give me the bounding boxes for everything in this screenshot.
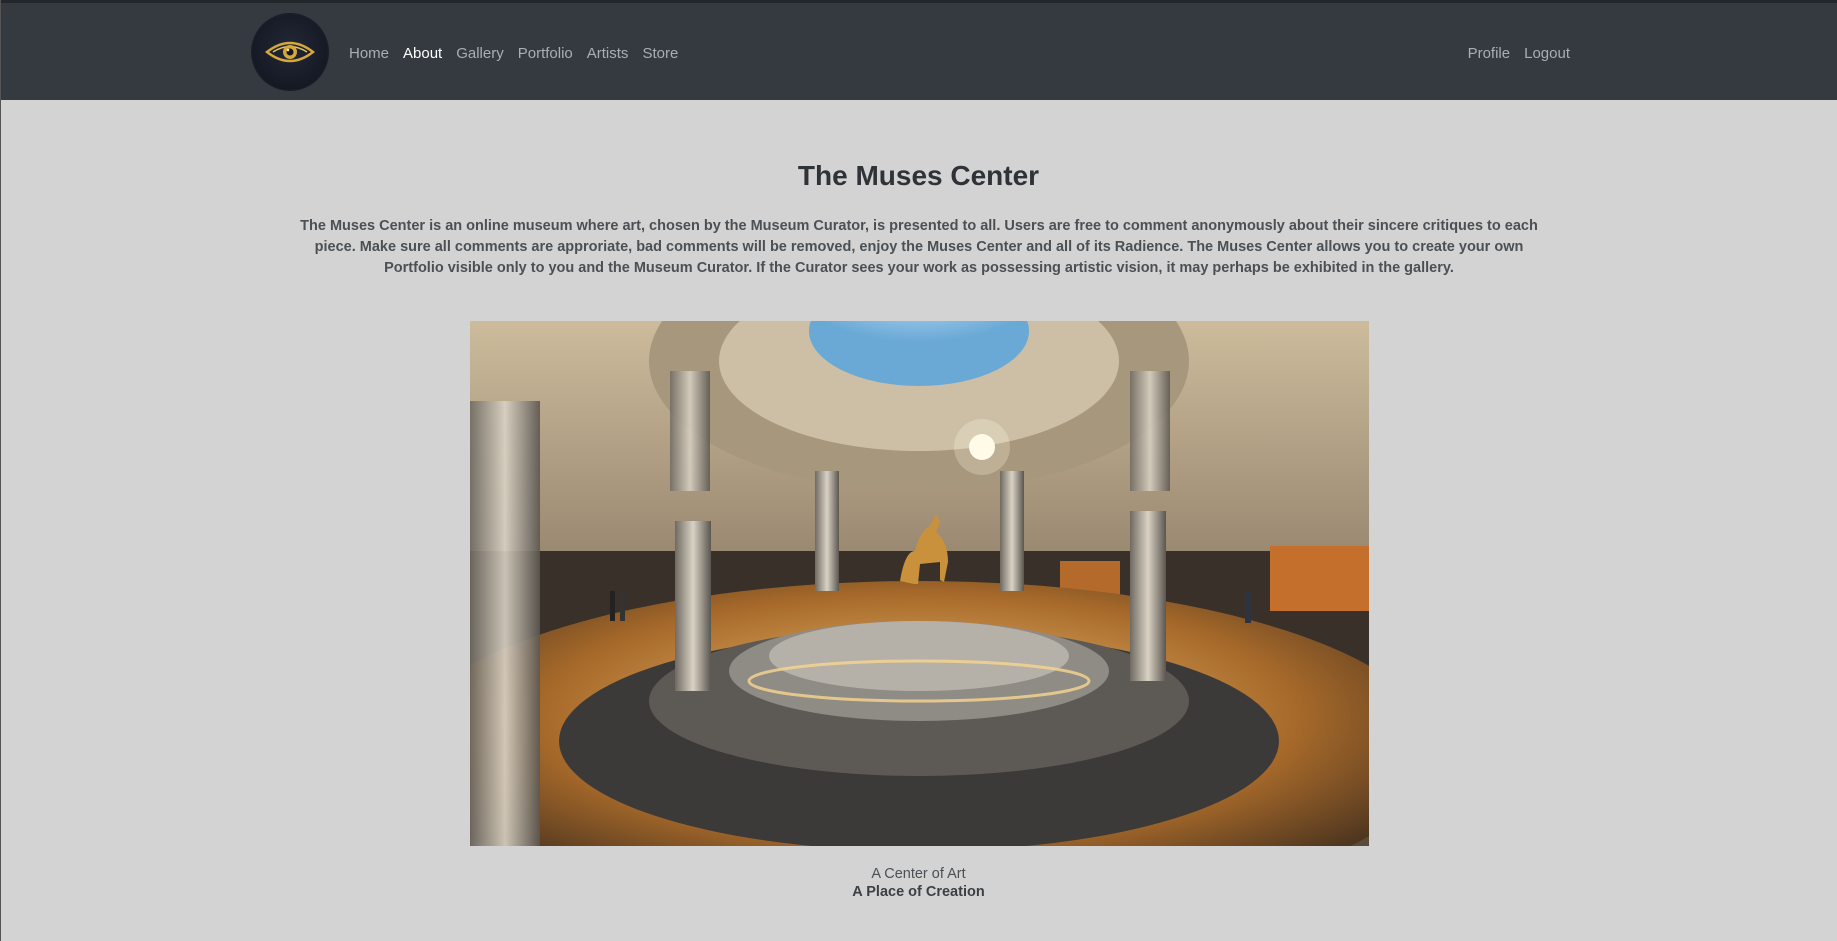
site-logo[interactable] <box>252 14 328 90</box>
navbar: Home About Gallery Portfolio Artists Sto… <box>1 0 1837 100</box>
nav-about[interactable]: About <box>403 45 442 62</box>
caption-line-2: A Place of Creation <box>852 884 985 900</box>
eye-icon <box>265 41 315 63</box>
nav-home[interactable]: Home <box>349 45 389 62</box>
nav-store[interactable]: Store <box>642 45 678 62</box>
museum-interior-illustration <box>470 321 1369 846</box>
nav-gallery[interactable]: Gallery <box>456 45 504 62</box>
nav-artists[interactable]: Artists <box>587 45 629 62</box>
intro-paragraph: The Muses Center is an online museum whe… <box>300 218 1538 276</box>
page-title: The Muses Center <box>797 160 1040 191</box>
nav-logout[interactable]: Logout <box>1524 45 1570 62</box>
primary-nav: Home About Gallery Portfolio Artists Sto… <box>349 3 678 103</box>
account-nav: Profile Logout <box>1468 3 1570 103</box>
caption-line-1: A Center of Art <box>871 866 966 882</box>
museum-hero-image <box>470 321 1369 846</box>
nav-profile[interactable]: Profile <box>1468 45 1511 62</box>
nav-portfolio[interactable]: Portfolio <box>518 45 573 62</box>
